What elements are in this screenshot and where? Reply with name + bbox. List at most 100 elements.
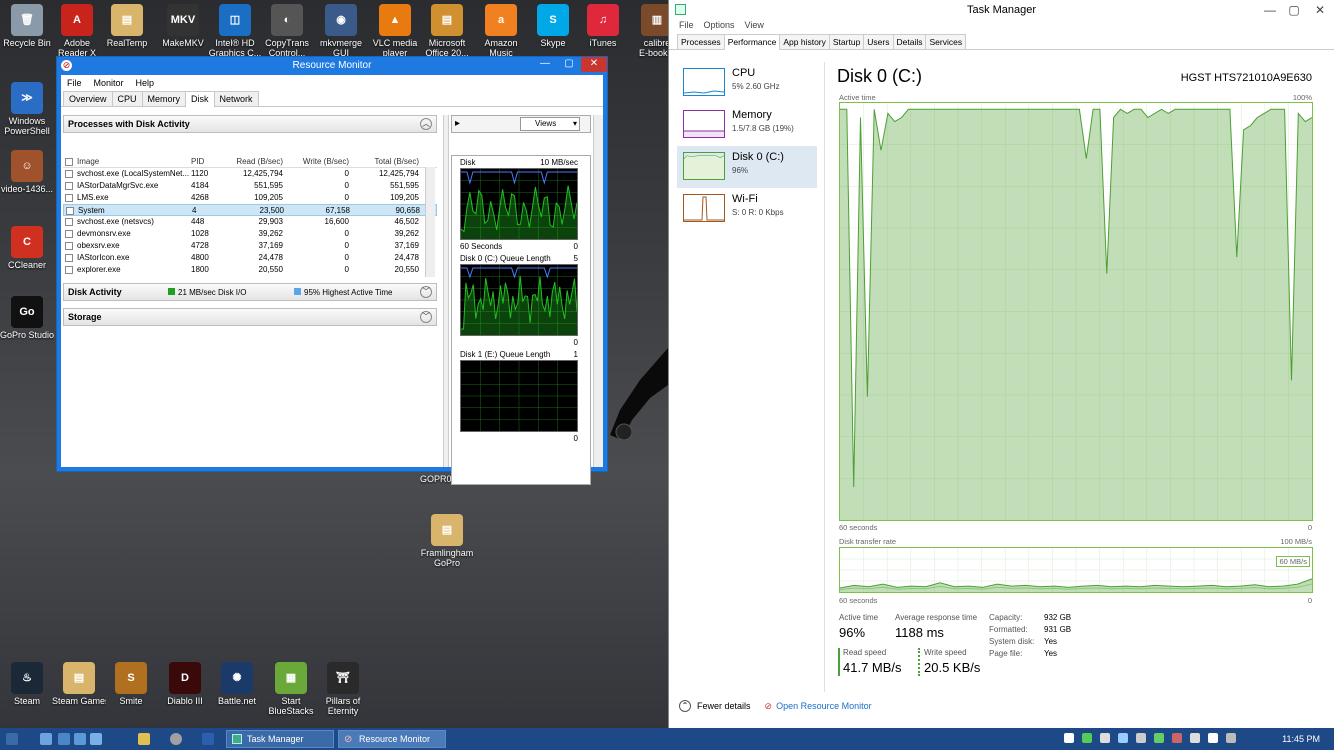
open-resource-monitor-link[interactable]: Open Resource Monitor: [776, 701, 872, 711]
row-checkbox[interactable]: [65, 229, 73, 238]
table-row[interactable]: IAStorIcon.exe 4800 24,478 0 24,478: [63, 252, 437, 264]
table-row[interactable]: LMS.exe 4268 109,205 0 109,205: [63, 192, 437, 204]
maximize-button[interactable]: ▢: [557, 57, 581, 72]
desktop-shortcut[interactable]: ▤ RealTemp: [100, 4, 154, 58]
desktop-shortcut[interactable]: ▤ Framlingham GoPro: [420, 514, 474, 568]
row-checkbox[interactable]: [65, 253, 73, 262]
minimize-button[interactable]: —: [533, 57, 557, 72]
tab-overview[interactable]: Overview: [63, 91, 113, 106]
desktop-shortcut[interactable]: ▤ Microsoft Office 20...: [420, 4, 474, 58]
menu-file[interactable]: File: [67, 78, 82, 88]
tab-cpu[interactable]: CPU: [111, 91, 143, 106]
desktop-shortcut[interactable]: C CCleaner: [0, 226, 54, 280]
desktop-shortcut[interactable]: ▥ calibre E-book...: [630, 4, 668, 58]
desktop-shortcut[interactable]: ◐ CopyTrans Control...: [260, 4, 314, 58]
maximize-button[interactable]: ▢: [1282, 0, 1306, 20]
tray-icon[interactable]: [1082, 733, 1092, 743]
menu-file[interactable]: File: [679, 20, 694, 34]
taskbar-resource-monitor[interactable]: ⊘ Resource Monitor: [338, 730, 446, 748]
desktop-shortcut[interactable]: D Diablo III: [158, 662, 212, 716]
tab-network[interactable]: Network: [213, 91, 259, 106]
network-icon[interactable]: [58, 733, 70, 745]
desktop-shortcut[interactable]: ♨ Steam: [0, 662, 54, 716]
desktop-shortcut[interactable]: S Skype: [526, 4, 580, 58]
disk-activity-header[interactable]: Disk Activity 21 MB/sec Disk I/O 95% Hig…: [63, 283, 437, 301]
desktop-shortcut[interactable]: Go GoPro Studio: [0, 296, 54, 350]
task-manager-window[interactable]: Task Manager — ▢ ✕ File Options View Pro…: [668, 0, 1334, 728]
row-checkbox[interactable]: [65, 181, 73, 190]
desktop-shortcut[interactable]: ▲ VLC media player: [368, 4, 422, 58]
fewer-details-link[interactable]: Fewer details: [697, 701, 751, 711]
taskbar-task-manager[interactable]: Task Manager: [226, 730, 334, 748]
desktop-shortcut[interactable]: ♫ iTunes: [576, 4, 630, 58]
expand-chevron-icon[interactable]: ﹀: [420, 311, 432, 323]
sidebar-item-wi-fi[interactable]: Wi-Fi S: 0 R: 0 Kbps: [677, 188, 817, 230]
storage-header[interactable]: Storage ﹀: [63, 308, 437, 326]
rm-titlebar[interactable]: ⊘ Resource Monitor — ▢ ✕: [57, 57, 607, 75]
tm-titlebar[interactable]: Task Manager — ▢ ✕: [669, 0, 1334, 20]
select-all-checkbox[interactable]: [65, 157, 73, 166]
col-image[interactable]: Image: [75, 156, 189, 167]
sidebar-item-disk-0-c[interactable]: Disk 0 (C:) 96%: [677, 146, 817, 188]
row-checkbox[interactable]: [65, 241, 73, 250]
tab-performance[interactable]: Performance: [723, 34, 781, 50]
tab-startup[interactable]: Startup: [828, 34, 865, 49]
clock[interactable]: 11:45 PM: [1282, 728, 1320, 750]
row-checkbox[interactable]: [66, 206, 74, 215]
tray-icon[interactable]: [1226, 733, 1236, 743]
desktop-shortcut[interactable]: 🗑 Recycle Bin: [0, 4, 54, 58]
tray-icon[interactable]: [1172, 733, 1182, 743]
explorer-icon[interactable]: [40, 733, 52, 745]
desktop-shortcut[interactable]: ▦ Start BlueStacks: [264, 662, 318, 716]
tab-processes[interactable]: Processes: [677, 34, 725, 49]
table-row[interactable]: IAStorDataMgrSvc.exe 4184 551,595 0 551,595: [63, 180, 437, 192]
desktop-shortcut[interactable]: ☺ video-1436...: [0, 150, 54, 204]
col-total[interactable]: Total (B/sec): [349, 156, 419, 167]
processes-section-header[interactable]: Processes with Disk Activity ︿: [63, 115, 437, 133]
minimize-button[interactable]: —: [1258, 0, 1282, 20]
row-checkbox[interactable]: [65, 217, 73, 226]
sidebar-item-memory[interactable]: Memory 1.5/7.8 GB (19%): [677, 104, 817, 146]
chevron-up-icon[interactable]: ⌃: [679, 700, 691, 712]
menu-monitor[interactable]: Monitor: [94, 78, 124, 88]
sidebar-item-cpu[interactable]: CPU 5% 2.60 GHz: [677, 62, 817, 104]
desktop-shortcut[interactable]: S Smite: [104, 662, 158, 716]
quicklaunch-icon[interactable]: [138, 733, 150, 745]
desktop-shortcut[interactable]: ▤ Steam Games: [52, 662, 106, 716]
tray-icon[interactable]: [1100, 733, 1110, 743]
close-button[interactable]: ✕: [581, 57, 607, 72]
process-table-scrollbar[interactable]: [425, 167, 435, 277]
col-write[interactable]: Write (B/sec): [283, 156, 349, 167]
collapse-chevron-icon[interactable]: ︿: [420, 118, 432, 130]
desktop-shortcut[interactable]: ◫ Intel® HD Graphics C...: [208, 4, 262, 58]
menu-view[interactable]: View: [745, 20, 764, 34]
tab-services[interactable]: Services: [925, 34, 967, 49]
menu-help[interactable]: Help: [136, 78, 155, 88]
media-icon[interactable]: [170, 733, 182, 745]
show-desktop-icon[interactable]: [6, 733, 18, 745]
close-button[interactable]: ✕: [1308, 0, 1332, 20]
table-row[interactable]: explorer.exe 1800 20,550 0 20,550: [63, 264, 437, 276]
tray-icon[interactable]: [1208, 733, 1218, 743]
table-row[interactable]: obexsrv.exe 4728 37,169 0 37,169: [63, 240, 437, 252]
table-row[interactable]: svchost.exe (LocalSystemNet... 1120 12,425…: [63, 168, 437, 180]
folder-icon[interactable]: [90, 733, 102, 745]
pane-toggle-icon[interactable]: ▸: [455, 118, 460, 129]
desktop-shortcut[interactable]: a Amazon Music: [474, 4, 528, 58]
tab-memory[interactable]: Memory: [141, 91, 187, 106]
desktop-shortcut[interactable]: ◉ mkvmerge GUI: [314, 4, 368, 58]
col-read[interactable]: Read (B/sec): [225, 156, 283, 167]
splitter[interactable]: [443, 115, 449, 467]
tray-icon[interactable]: [1064, 733, 1074, 743]
desktop-shortcut[interactable]: MKV MakeMKV: [156, 4, 210, 58]
col-pid[interactable]: PID: [189, 156, 225, 167]
table-row[interactable]: System 4 23,500 67,158 90,658: [63, 204, 437, 216]
row-checkbox[interactable]: [65, 265, 73, 274]
tab-details[interactable]: Details: [892, 34, 927, 49]
desktop-shortcut[interactable]: ⛩ Pillars of Eternity: [316, 662, 370, 716]
table-row[interactable]: svchost.exe (LocalServiceNet...62816,163…: [63, 276, 437, 278]
desktop-shortcut[interactable]: ≫ Windows PowerShell: [0, 82, 54, 136]
expand-chevron-icon[interactable]: ﹀: [420, 286, 432, 298]
table-row[interactable]: svchost.exe (netsvcs) 448 29,903 16,600 46,5…: [63, 216, 437, 228]
rm-scrollbar[interactable]: [593, 115, 603, 467]
